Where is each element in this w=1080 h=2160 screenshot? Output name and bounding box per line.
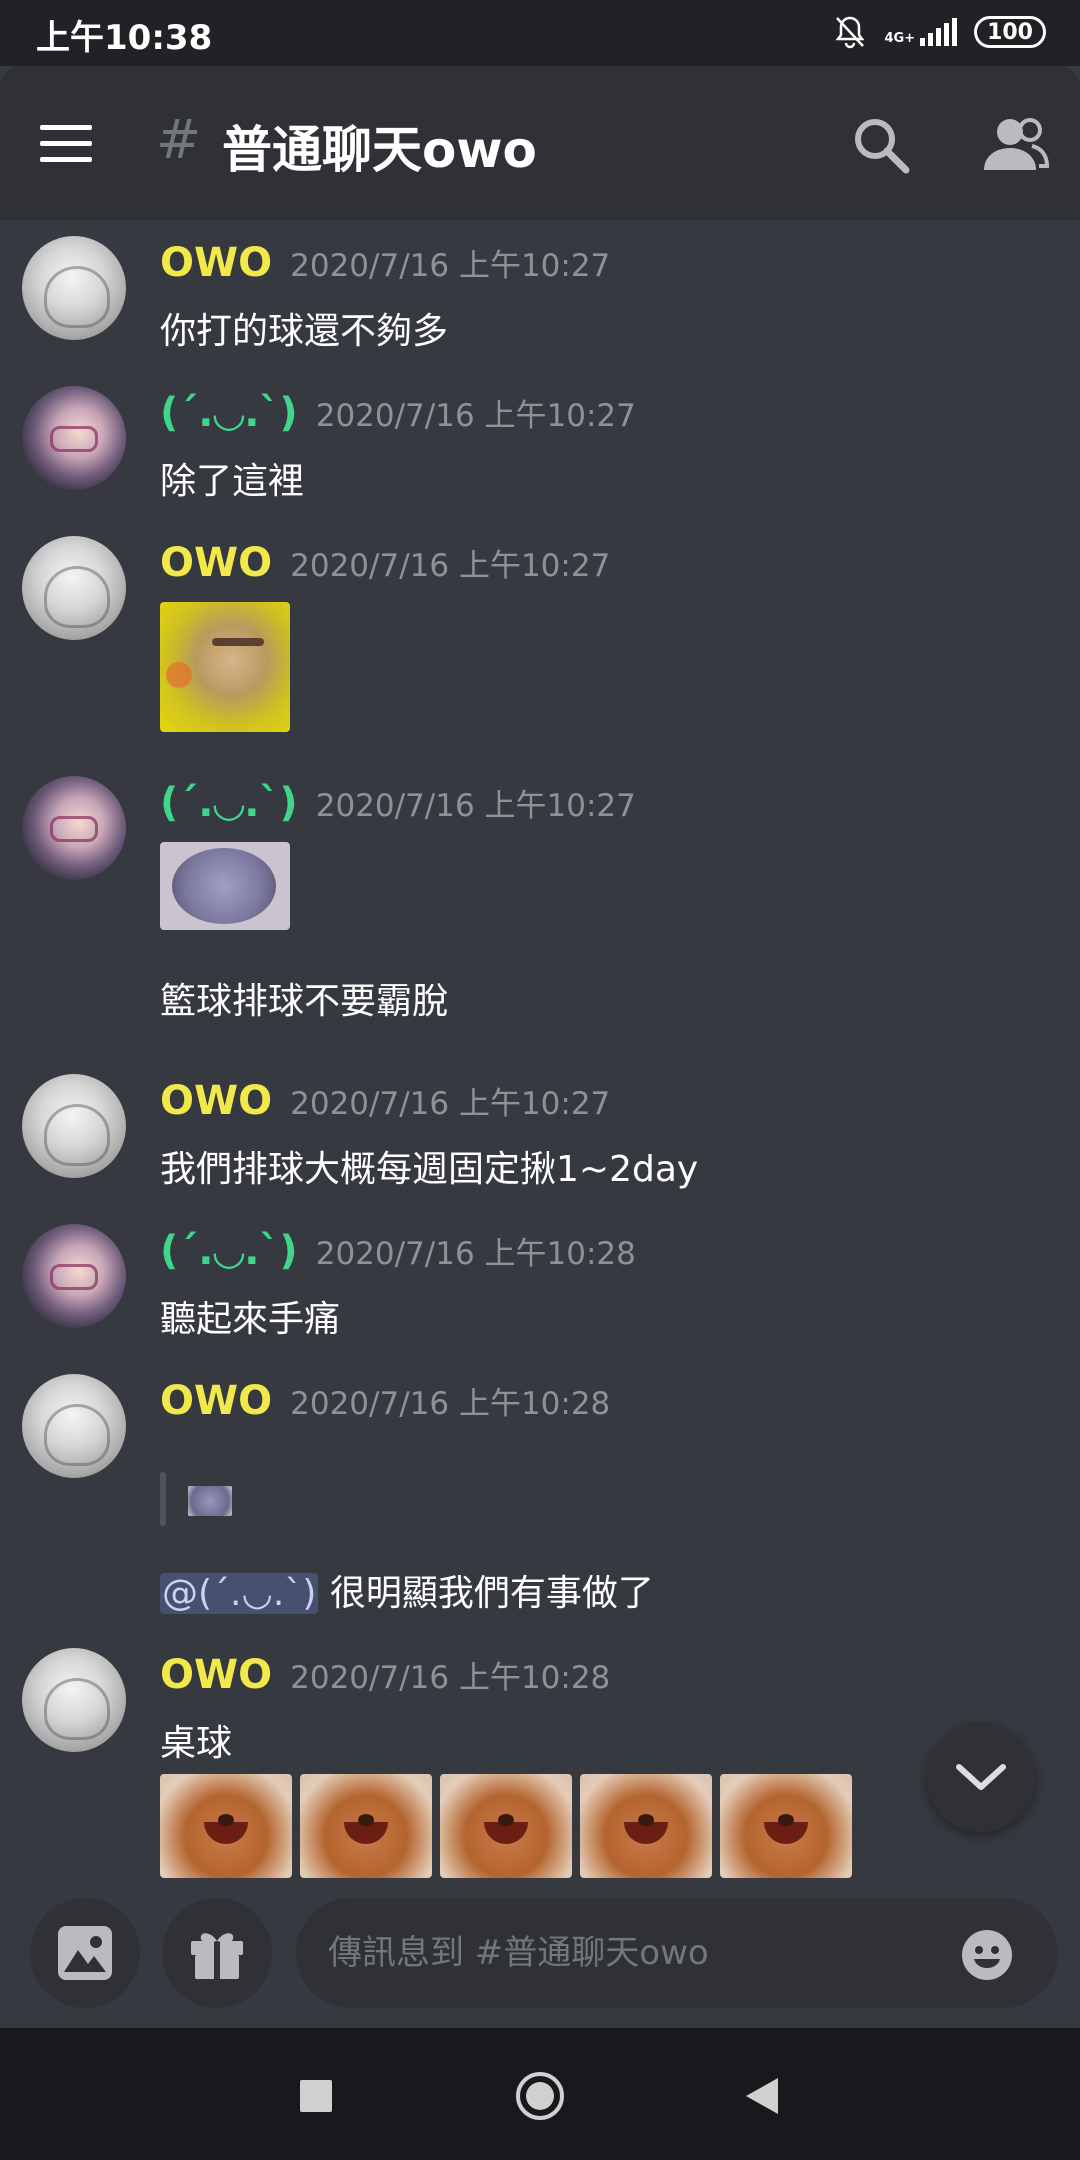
channel-title: 普通聊天owo bbox=[222, 121, 537, 179]
author-name[interactable]: OWO bbox=[160, 240, 272, 286]
home-button[interactable] bbox=[512, 2068, 568, 2124]
timestamp: 2020/7/16 上午10:28 bbox=[290, 1660, 611, 1696]
status-icons: 4G+ 100 bbox=[832, 12, 1046, 52]
bell-off-icon bbox=[835, 16, 865, 49]
message-text: 我們排球大概每週固定揪1~2day bbox=[160, 1149, 699, 1190]
message-text: 籃球排球不要霸脫 bbox=[160, 981, 449, 1022]
menu-button[interactable] bbox=[40, 114, 112, 172]
avatar[interactable] bbox=[22, 1374, 126, 1478]
avatar[interactable] bbox=[22, 1074, 126, 1178]
members-icon[interactable] bbox=[980, 112, 1050, 178]
image-attachment[interactable] bbox=[580, 1774, 712, 1878]
avatar[interactable] bbox=[22, 386, 126, 490]
author-name[interactable]: (´.◡.`) bbox=[160, 1228, 298, 1274]
message-text-body: 很明顯我們有事做了 bbox=[329, 1573, 654, 1614]
timestamp: 2020/7/16 上午10:28 bbox=[315, 1236, 636, 1272]
avatar[interactable] bbox=[22, 776, 126, 880]
timestamp: 2020/7/16 上午10:27 bbox=[315, 788, 636, 824]
author-name[interactable]: (´.◡.`) bbox=[160, 390, 298, 436]
author-name[interactable]: OWO bbox=[160, 1078, 272, 1124]
user-mention[interactable]: @(´.◡.`) bbox=[160, 1573, 319, 1614]
timestamp: 2020/7/16 上午10:27 bbox=[290, 1086, 611, 1122]
timestamp: 2020/7/16 上午10:27 bbox=[290, 248, 611, 284]
message-header: (´.◡.`) 2020/7/16 上午10:28 bbox=[160, 1228, 636, 1274]
circle-icon bbox=[516, 2072, 564, 2120]
image-attachment[interactable] bbox=[160, 1774, 292, 1878]
emoji-icon[interactable] bbox=[960, 1928, 1014, 1982]
gift-icon bbox=[191, 1933, 243, 1979]
message-text: 你打的球還不夠多 bbox=[160, 311, 449, 352]
search-icon[interactable] bbox=[848, 112, 914, 178]
status-bar: 上午10:38 4G+ 100 bbox=[0, 0, 1080, 66]
channel-header: # 普通聊天owo bbox=[0, 66, 1080, 220]
square-icon bbox=[300, 2080, 332, 2112]
image-attachment[interactable] bbox=[160, 842, 290, 930]
gift-button[interactable] bbox=[162, 1898, 272, 2008]
attach-image-button[interactable] bbox=[30, 1898, 140, 2008]
message-text: @(´.◡.`) 很明顯我們有事做了 bbox=[160, 1564, 654, 1616]
image-icon bbox=[58, 1926, 112, 1980]
avatar[interactable] bbox=[22, 1224, 126, 1328]
timestamp: 2020/7/16 上午10:28 bbox=[290, 1386, 611, 1422]
hamburger-icon bbox=[40, 124, 92, 130]
message-header: OWO 2020/7/16 上午10:28 bbox=[160, 1378, 610, 1424]
message-header: OWO 2020/7/16 上午10:28 bbox=[160, 1652, 610, 1698]
signal-icon bbox=[920, 18, 958, 46]
avatar[interactable] bbox=[22, 536, 126, 640]
back-button[interactable] bbox=[734, 2068, 790, 2124]
message-header: (´.◡.`) 2020/7/16 上午10:27 bbox=[160, 390, 636, 436]
message-composer bbox=[0, 1880, 1080, 2028]
avatar[interactable] bbox=[22, 236, 126, 340]
battery-indicator: 100 bbox=[974, 16, 1046, 48]
author-name[interactable]: OWO bbox=[160, 1652, 272, 1698]
message-text: 桌球 bbox=[160, 1723, 233, 1764]
author-name[interactable]: OWO bbox=[160, 540, 272, 586]
message-list[interactable]: OWO 2020/7/16 上午10:27 你打的球還不夠多 (´.◡.`) 2… bbox=[0, 220, 1080, 1900]
image-attachment[interactable] bbox=[440, 1774, 572, 1878]
chevron-down-icon bbox=[956, 1764, 1006, 1790]
timestamp: 2020/7/16 上午10:27 bbox=[315, 398, 636, 434]
recent-apps-button[interactable] bbox=[288, 2068, 344, 2124]
message-header: OWO 2020/7/16 上午10:27 bbox=[160, 1078, 610, 1124]
image-attachments bbox=[160, 1774, 852, 1878]
network-type: 4G+ bbox=[884, 31, 916, 46]
message-text: 聽起來手痛 bbox=[160, 1299, 341, 1340]
avatar[interactable] bbox=[22, 1648, 126, 1752]
image-attachment[interactable] bbox=[160, 602, 290, 732]
reply-quote-thumbnail[interactable] bbox=[188, 1486, 232, 1516]
image-attachment[interactable] bbox=[720, 1774, 852, 1878]
network-indicator: 4G+ bbox=[884, 18, 958, 46]
message-header: OWO 2020/7/16 上午10:27 bbox=[160, 540, 610, 586]
message-text: 除了這裡 bbox=[160, 461, 305, 502]
message-header: OWO 2020/7/16 上午10:27 bbox=[160, 240, 610, 286]
system-navigation-bar bbox=[0, 2028, 1080, 2160]
timestamp: 2020/7/16 上午10:27 bbox=[290, 548, 611, 584]
scroll-to-bottom-button[interactable] bbox=[926, 1722, 1036, 1832]
message-input[interactable] bbox=[296, 1898, 1058, 2008]
reply-quote-bar bbox=[160, 1472, 166, 1526]
message-header: (´.◡.`) 2020/7/16 上午10:27 bbox=[160, 780, 636, 826]
status-time: 上午10:38 bbox=[36, 18, 213, 58]
triangle-back-icon bbox=[746, 2078, 778, 2114]
author-name[interactable]: (´.◡.`) bbox=[160, 780, 298, 826]
channel-hash-icon: # bbox=[156, 108, 202, 171]
author-name[interactable]: OWO bbox=[160, 1378, 272, 1424]
image-attachment[interactable] bbox=[300, 1774, 432, 1878]
